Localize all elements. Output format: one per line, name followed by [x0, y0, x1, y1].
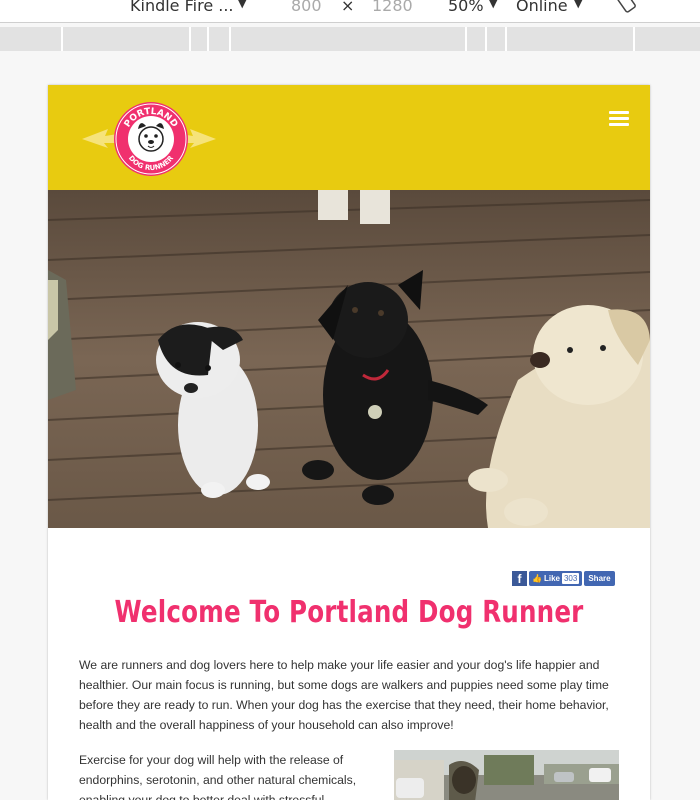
page-title: Welcome To Portland Dog Runner: [114, 595, 584, 630]
exercise-paragraph: Exercise for your dog will help with the…: [79, 753, 357, 800]
device-select[interactable]: Kindle Fire ...: [130, 0, 234, 15]
zoom-dropdown-caret-icon[interactable]: ▼: [489, 0, 497, 10]
media-query-bar[interactable]: [0, 27, 700, 51]
network-dropdown-caret-icon[interactable]: ▼: [574, 0, 582, 10]
site-header: PORTLAND DOG RUNNER: [48, 85, 650, 190]
facebook-like-count: 303: [561, 573, 580, 584]
device-toolbar: Kindle Fire ... ▼ 800 × 1280 50% ▼ Onlin…: [0, 0, 700, 23]
portland-dog-runner-logo[interactable]: PORTLAND DOG RUNNER: [78, 99, 220, 179]
hero-image: [48, 190, 650, 528]
thumbs-up-icon: 👍: [532, 574, 542, 583]
network-select[interactable]: Online: [516, 0, 568, 15]
height-input[interactable]: 1280: [372, 0, 413, 15]
page-viewport: PORTLAND DOG RUNNER f 👍 Like 303 Share W…: [48, 85, 650, 800]
facebook-like-label: Like: [543, 574, 560, 583]
width-input[interactable]: 800: [291, 0, 322, 15]
dogs-on-deck-photo: [48, 190, 650, 528]
facebook-share-button[interactable]: Share: [584, 571, 615, 586]
social-share-bar: f 👍 Like 303 Share: [512, 571, 615, 586]
street-photo: [394, 750, 619, 800]
facebook-icon[interactable]: f: [512, 571, 527, 586]
facebook-like-button[interactable]: 👍 Like 303: [529, 571, 583, 586]
rotate-icon[interactable]: [617, 0, 639, 14]
device-dropdown-caret-icon[interactable]: ▼: [238, 0, 246, 10]
intro-paragraph: We are runners and dog lovers here to he…: [79, 658, 609, 732]
hamburger-menu-icon[interactable]: [609, 111, 629, 127]
dimension-times-icon: ×: [341, 0, 355, 15]
zoom-select[interactable]: 50%: [448, 0, 484, 15]
dog-walker-street-photo: [394, 750, 619, 800]
